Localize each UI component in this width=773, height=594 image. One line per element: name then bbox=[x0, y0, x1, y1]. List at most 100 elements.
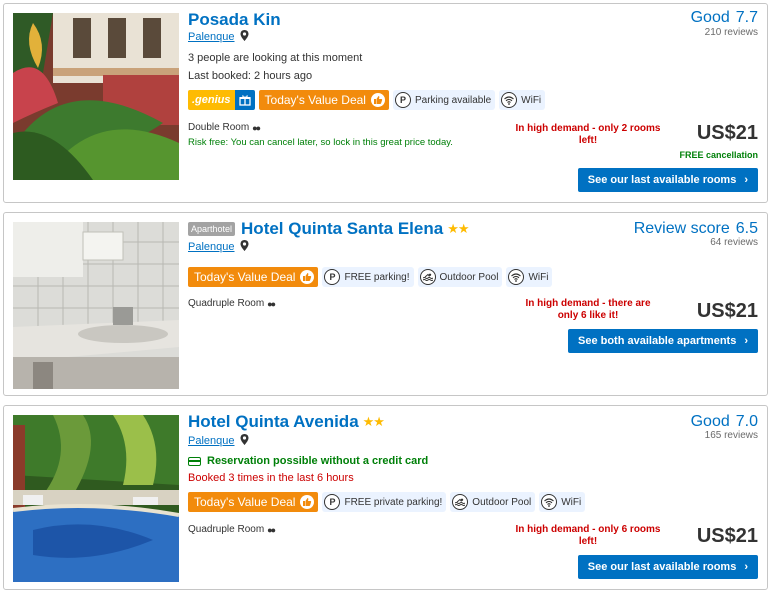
value-deal-label: Today's Value Deal bbox=[264, 93, 366, 107]
hotel-name-row: Hotel Quinta Avenida ★★ bbox=[188, 412, 385, 432]
chevron-right-icon: › bbox=[744, 335, 748, 347]
review-score[interactable]: Review score 6.5 bbox=[634, 220, 758, 238]
location-pin-icon[interactable] bbox=[240, 240, 249, 254]
people-icon: ●● bbox=[267, 298, 276, 309]
location-link[interactable]: Palenque bbox=[188, 31, 235, 43]
facility-parking: P FREE parking! bbox=[322, 267, 414, 287]
price: US$21 bbox=[696, 300, 758, 322]
hotel-name-row: Aparthotel Hotel Quinta Santa Elena ★★ bbox=[188, 219, 470, 239]
high-demand-notice: In high demand - only 2 rooms left! bbox=[515, 123, 661, 146]
see-rooms-button[interactable]: See our last available rooms › bbox=[577, 555, 758, 579]
facility-parking: P FREE private parking! bbox=[322, 492, 447, 512]
score-word: Good bbox=[690, 9, 730, 26]
facility-label: WiFi bbox=[561, 496, 582, 508]
thumbs-up-icon bbox=[370, 93, 385, 107]
parking-icon: P bbox=[324, 269, 341, 285]
parking-icon: P bbox=[324, 494, 341, 510]
facility-wifi: WiFi bbox=[499, 90, 546, 110]
location: Palenque bbox=[188, 30, 249, 44]
facility-label: FREE private parking! bbox=[344, 496, 443, 508]
hotel-name-link[interactable]: Posada Kin bbox=[188, 10, 281, 30]
price: US$21 bbox=[696, 525, 758, 547]
free-cancellation-label: FREE cancellation bbox=[679, 150, 758, 160]
credit-card-icon bbox=[188, 456, 201, 466]
review-count[interactable]: 64 reviews bbox=[710, 237, 758, 248]
booked-count: Booked 3 times in the last 6 hours bbox=[188, 472, 354, 484]
score-value: 6.5 bbox=[735, 220, 758, 237]
see-rooms-button[interactable]: See our last available rooms › bbox=[577, 168, 758, 192]
value-deal-badge[interactable]: Today's Value Deal bbox=[188, 267, 319, 287]
facility-wifi: WiFi bbox=[539, 492, 586, 512]
value-deal-badge[interactable]: Today's Value Deal bbox=[258, 90, 389, 110]
room-type: Double Room ●● bbox=[188, 122, 261, 133]
parking-icon: P bbox=[394, 92, 411, 108]
review-count[interactable]: 210 reviews bbox=[705, 27, 758, 38]
score-word: Good bbox=[690, 413, 730, 430]
facility-pool: Outdoor Pool bbox=[417, 267, 503, 287]
hotel-name-link[interactable]: Hotel Quinta Santa Elena bbox=[241, 219, 443, 239]
location-pin-icon[interactable] bbox=[240, 434, 249, 448]
badges-row: Today's Value Deal P FREE parking! Outdo… bbox=[188, 267, 553, 287]
room-name: Quadruple Room bbox=[188, 524, 265, 535]
facility-label: Outdoor Pool bbox=[472, 496, 532, 508]
see-apartments-button[interactable]: See both available apartments › bbox=[567, 329, 758, 353]
thumbs-up-icon bbox=[300, 495, 315, 509]
last-booked: Last booked: 2 hours ago bbox=[188, 70, 313, 82]
facility-label: WiFi bbox=[521, 94, 542, 106]
facility-wifi: WiFi bbox=[506, 267, 553, 287]
score-value: 7.7 bbox=[735, 9, 758, 26]
no-credit-card-note: Reservation possible without a credit ca… bbox=[188, 455, 428, 467]
people-icon: ●● bbox=[267, 524, 276, 535]
thumbs-up-icon bbox=[300, 270, 315, 284]
high-demand-notice: In high demand - there are only 6 like i… bbox=[525, 298, 651, 321]
no-credit-card-text: Reservation possible without a credit ca… bbox=[207, 455, 429, 467]
hotel-card: Aparthotel Hotel Quinta Santa Elena ★★ P… bbox=[3, 212, 768, 396]
star-rating: ★★ bbox=[362, 414, 385, 429]
review-score[interactable]: Good 7.7 bbox=[691, 9, 758, 27]
facility-label: WiFi bbox=[528, 271, 549, 283]
chevron-right-icon: › bbox=[744, 174, 748, 186]
location-link[interactable]: Palenque bbox=[188, 435, 235, 447]
location: Palenque bbox=[188, 240, 249, 254]
hotel-name-link[interactable]: Hotel Quinta Avenida bbox=[188, 412, 359, 432]
pool-icon bbox=[452, 494, 469, 510]
chevron-right-icon: › bbox=[744, 561, 748, 573]
hotel-card: Posada Kin Palenque 3 people are looking… bbox=[3, 3, 768, 203]
location: Palenque bbox=[188, 434, 249, 448]
risk-free-note: Risk free: You can cancel later, so lock… bbox=[188, 137, 453, 148]
room-type: Quadruple Room ●● bbox=[188, 298, 276, 309]
facility-label: FREE parking! bbox=[344, 271, 410, 283]
price: US$21 bbox=[696, 122, 758, 144]
hotel-card: Hotel Quinta Avenida ★★ Palenque Reserva… bbox=[3, 405, 768, 590]
value-deal-label: Today's Value Deal bbox=[194, 270, 296, 284]
button-label: See our last available rooms bbox=[587, 174, 737, 186]
wifi-icon bbox=[501, 92, 518, 108]
gift-icon[interactable] bbox=[234, 90, 255, 110]
hotel-photo[interactable] bbox=[13, 415, 179, 582]
wifi-icon bbox=[508, 269, 525, 285]
facility-parking: P Parking available bbox=[392, 90, 496, 110]
value-deal-badge[interactable]: Today's Value Deal bbox=[188, 492, 319, 512]
hotel-photo[interactable] bbox=[13, 13, 179, 180]
location-link[interactable]: Palenque bbox=[188, 241, 235, 253]
facility-label: Outdoor Pool bbox=[439, 271, 499, 283]
review-count[interactable]: 165 reviews bbox=[705, 430, 758, 441]
facility-pool: Outdoor Pool bbox=[450, 492, 536, 512]
facility-label: Parking available bbox=[414, 94, 492, 106]
review-score[interactable]: Good 7.0 bbox=[691, 413, 758, 431]
button-label: See both available apartments bbox=[577, 335, 737, 347]
property-type-badge: Aparthotel bbox=[188, 222, 236, 236]
score-value: 7.0 bbox=[735, 413, 758, 430]
badges-row: Today's Value Deal P FREE private parkin… bbox=[188, 492, 586, 512]
hotel-name-row: Posada Kin bbox=[188, 10, 281, 30]
badges-row: .genius Today's Value Deal P Parking ava… bbox=[188, 90, 546, 110]
high-demand-notice: In high demand - only 6 rooms left! bbox=[515, 524, 661, 547]
people-icon: ●● bbox=[252, 122, 261, 133]
room-name: Double Room bbox=[188, 122, 250, 133]
room-type: Quadruple Room ●● bbox=[188, 524, 276, 535]
value-deal-label: Today's Value Deal bbox=[194, 495, 296, 509]
hotel-photo[interactable] bbox=[13, 222, 179, 389]
location-pin-icon[interactable] bbox=[240, 30, 249, 44]
viewers-count: 3 people are looking at this moment bbox=[188, 52, 363, 64]
genius-badge[interactable]: .genius bbox=[188, 90, 235, 110]
